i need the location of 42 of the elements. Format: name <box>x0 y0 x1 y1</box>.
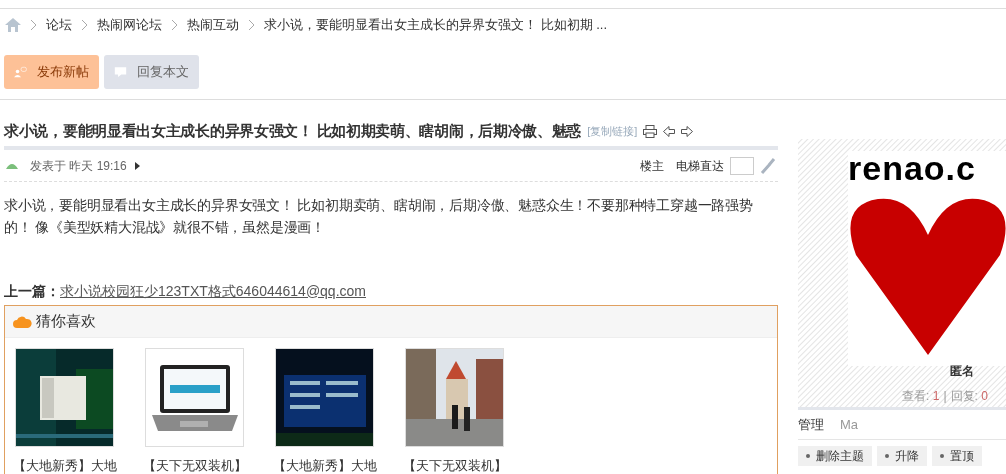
chevron-icon <box>249 20 254 30</box>
cloud-icon <box>13 315 32 328</box>
bullet-icon <box>940 454 944 458</box>
status-icon <box>6 162 18 169</box>
replies-count: 回复: 0 <box>950 388 988 405</box>
author-name[interactable]: 匿名 <box>950 362 974 380</box>
author-only-link[interactable]: 楼主 <box>640 156 664 175</box>
chevron-icon <box>82 20 87 30</box>
reply-button[interactable]: 回复本文 <box>104 55 199 89</box>
item-caption[interactable]: 【大地新秀】大地 <box>12 456 117 474</box>
comment-icon <box>114 65 127 79</box>
moderation-button[interactable]: 删除主题 <box>798 446 872 466</box>
print-icon[interactable] <box>643 124 658 138</box>
breadcrumb-link[interactable]: 热闹互动 <box>187 15 239 35</box>
previous-label: 上一篇： <box>4 281 60 301</box>
item-caption[interactable]: 【天下无双装机】 <box>402 456 507 474</box>
stat-divider: | <box>943 388 947 405</box>
post-body: 求小说，要能明显看出女主成长的异界女强文！ 比如初期卖萌、瞎胡闹，后期冷傲、魅惑众生！不要那种特工穿越一路强势的！ 像《美型妖精大混战》就很不错，虽然是漫画！ <box>4 196 754 237</box>
item-caption[interactable]: 【天下无双装机】 <box>142 456 247 474</box>
chevron-icon <box>31 20 36 30</box>
item-caption[interactable]: 【大地新秀】大地 <box>272 456 377 474</box>
previous-thread-link[interactable]: 求小说校园狂少123TXT格式646044614@qq.com <box>60 280 366 302</box>
new-post-button[interactable]: 发布新帖 <box>4 55 99 89</box>
moderation-button[interactable]: 置顶 <box>932 446 982 466</box>
thread-title: 求小说，要能明显看出女主成长的异界女强文！ 比如初期卖萌、瞎胡闹，后期冷傲、魅惑 <box>4 120 582 141</box>
bullet-icon <box>806 454 810 458</box>
jump-label: 电梯直达 <box>676 157 724 175</box>
bullet-icon <box>885 454 889 458</box>
chevron-icon <box>172 20 177 30</box>
breadcrumb-link[interactable]: 热闹网论坛 <box>97 15 162 35</box>
views-count: 查看: 1 <box>902 388 940 405</box>
ad-logo-text: renao.c <box>848 151 977 185</box>
caret-icon[interactable] <box>134 161 140 170</box>
manage-tab[interactable]: 管理 <box>798 414 824 435</box>
post-time: 发表于 昨天 19:16 <box>30 157 127 175</box>
breadcrumb-link[interactable]: 求小说，要能明显看出女主成长的异界女强文！ 比如初期 ... <box>264 15 608 35</box>
arrow-left-icon[interactable] <box>663 125 676 137</box>
moderation-button[interactable]: 升降 <box>877 446 927 466</box>
section-title: 猜你喜欢 <box>36 311 96 332</box>
floor-input[interactable] <box>730 156 754 175</box>
arrow-right-icon[interactable] <box>681 125 694 137</box>
breadcrumb-link[interactable]: 论坛 <box>46 15 72 35</box>
